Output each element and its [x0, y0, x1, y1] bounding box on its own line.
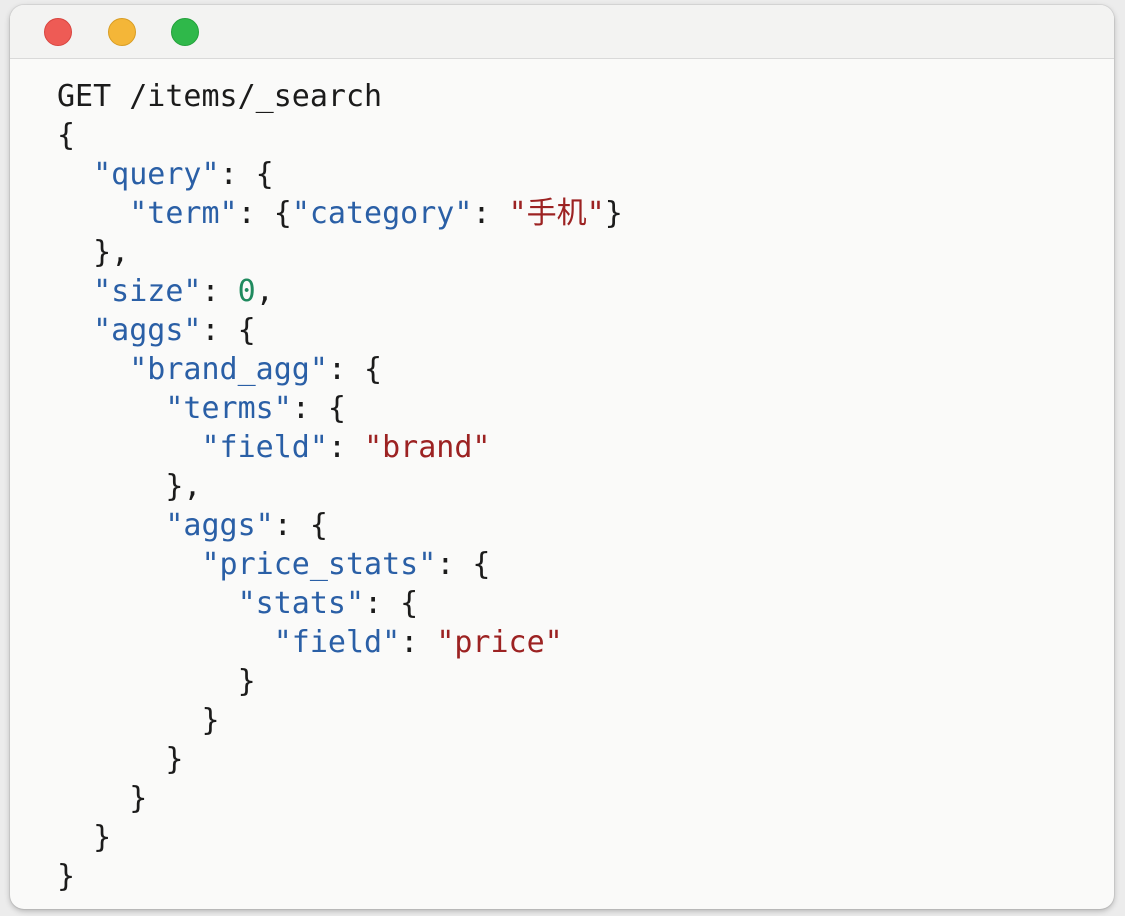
code-text: : { — [219, 157, 274, 192]
code-line: "field": "brand" — [57, 428, 623, 467]
code-line: "price_stats": { — [57, 545, 623, 584]
code-line: "size": 0, — [57, 272, 623, 311]
code-line: } — [57, 662, 623, 701]
code-line: } — [57, 857, 623, 896]
code-text: { — [57, 118, 76, 153]
json-key: "aggs" — [93, 313, 202, 348]
code-line: } — [57, 818, 623, 857]
code-text: : — [472, 196, 509, 231]
json-string-value: "price" — [436, 625, 563, 660]
code-text: , — [255, 274, 274, 309]
code-text: : — [201, 274, 238, 309]
close-window-button[interactable] — [44, 18, 72, 46]
json-key: "field" — [201, 430, 328, 465]
json-key: "query" — [93, 157, 220, 192]
code-line: }, — [57, 233, 623, 272]
code-text: : { — [327, 352, 383, 387]
code-text: } — [57, 781, 148, 816]
minimize-window-button[interactable] — [108, 18, 136, 46]
code-line: } — [57, 701, 623, 740]
window-titlebar — [10, 5, 1114, 59]
code-line: } — [57, 779, 623, 818]
json-key: "brand_agg" — [129, 352, 328, 387]
code-line: "aggs": { — [57, 311, 623, 350]
code-text: } — [57, 703, 220, 738]
code-text: GET /items/_search — [57, 79, 383, 114]
code-line: "query": { — [57, 155, 623, 194]
code-line: { — [57, 116, 623, 155]
json-key: "aggs" — [165, 508, 274, 543]
code-text: }, — [57, 469, 202, 504]
json-key: "terms" — [165, 391, 292, 426]
code-line: }, — [57, 467, 623, 506]
code-line: "term": {"category": "手机"} — [57, 194, 623, 233]
json-key: "category" — [291, 196, 473, 231]
code-line: "terms": { — [57, 389, 623, 428]
json-number-value: 0 — [237, 274, 256, 309]
code-block: GET /items/_search{ "query": { "term": {… — [57, 77, 623, 896]
code-text: : { — [364, 586, 419, 621]
code-window: GET /items/_search{ "query": { "term": {… — [10, 5, 1114, 909]
json-string-value: "手机" — [508, 196, 605, 231]
code-line: "stats": { — [57, 584, 623, 623]
code-text: : { — [291, 391, 346, 426]
code-line: "aggs": { — [57, 506, 623, 545]
zoom-window-button[interactable] — [171, 18, 199, 46]
json-string-value: "brand" — [364, 430, 491, 465]
code-line: } — [57, 740, 623, 779]
json-key: "term" — [129, 196, 238, 231]
code-text: : { — [273, 508, 328, 543]
code-text: : { — [237, 196, 292, 231]
code-text: } — [57, 742, 184, 777]
json-key: "stats" — [237, 586, 365, 621]
code-text: }, — [57, 235, 130, 270]
code-line: "brand_agg": { — [57, 350, 623, 389]
json-key: "price_stats" — [201, 547, 437, 582]
code-line: GET /items/_search — [57, 77, 623, 116]
code-text: : { — [436, 547, 491, 582]
code-text: } — [57, 859, 76, 894]
code-text: : — [400, 625, 437, 660]
code-line: "field": "price" — [57, 623, 623, 662]
code-text: : — [327, 430, 365, 465]
json-key: "size" — [93, 274, 202, 309]
code-text: } — [604, 196, 623, 231]
code-text: : { — [201, 313, 256, 348]
json-key: "field" — [273, 625, 401, 660]
code-text: } — [57, 664, 256, 699]
code-text: } — [57, 820, 112, 855]
